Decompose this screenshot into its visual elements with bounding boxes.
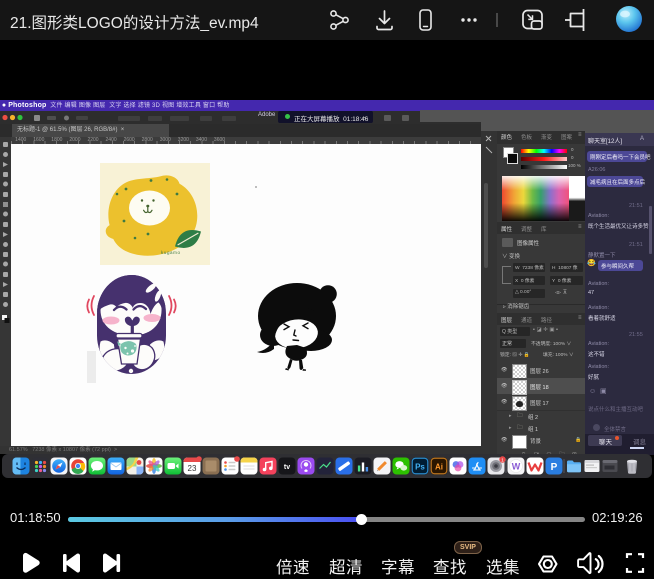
svg-text:kugamo: kugamo: [161, 250, 181, 255]
svg-text:tv: tv: [284, 464, 290, 471]
svg-text:Ai: Ai: [435, 463, 443, 472]
svg-text:23: 23: [188, 464, 197, 473]
svg-text:P: P: [551, 462, 558, 473]
svg-text:W: W: [512, 461, 521, 471]
svg-text:Ps: Ps: [415, 463, 425, 472]
